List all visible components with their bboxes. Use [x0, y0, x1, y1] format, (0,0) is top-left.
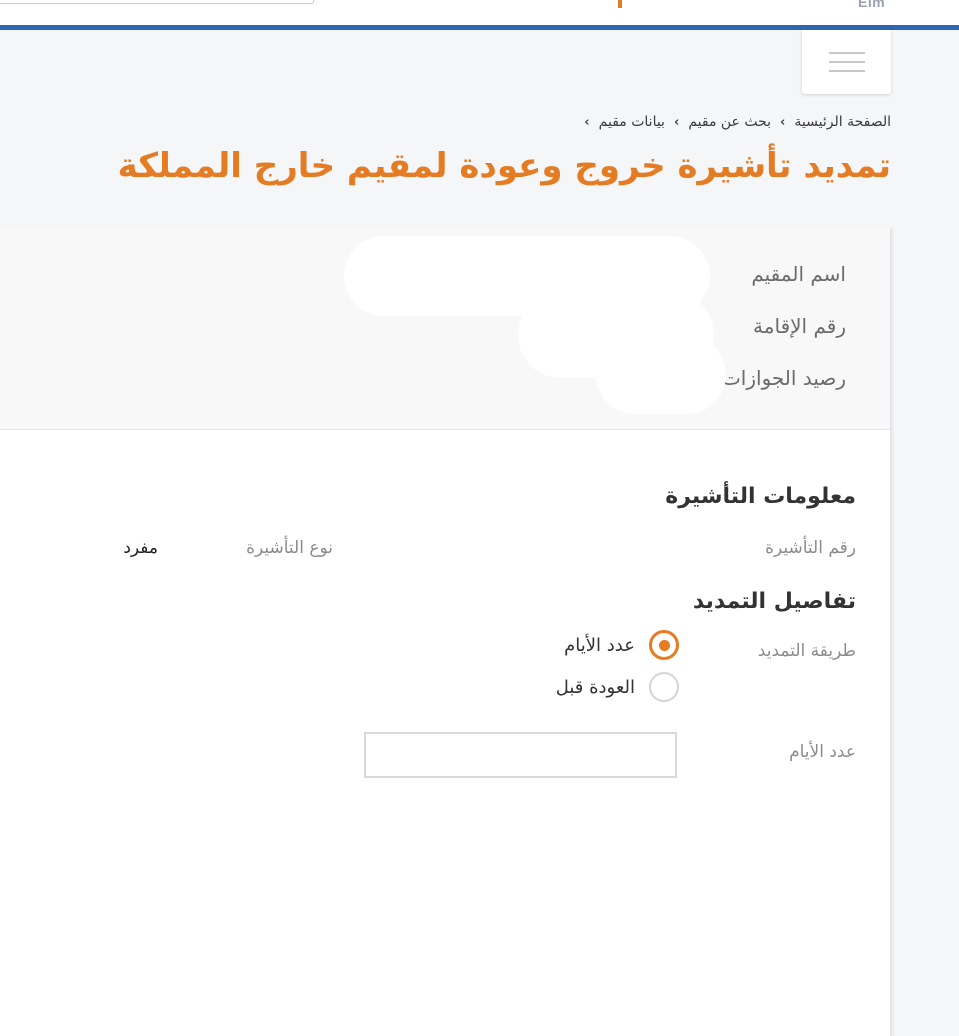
resident-info-panel: اسم المقيم رقم الإقامة رصيد الجوازات	[0, 226, 890, 430]
radio-unchecked-icon[interactable]	[649, 672, 679, 702]
breadcrumb: الصفحة الرئيسية › بحث عن مقيم › بيانات م…	[575, 114, 891, 130]
page-gutter	[890, 30, 959, 1036]
elm-logo: Elm	[858, 0, 886, 10]
breadcrumb-search-resident[interactable]: بحث عن مقيم	[688, 114, 771, 130]
extension-details-title: تفاصيل التمديد	[692, 589, 856, 614]
page-title: تمديد تأشيرة خروج وعودة لمقيم خارج الممل…	[117, 146, 891, 186]
days-count-label: عدد الأيام	[789, 742, 856, 762]
visa-type-label: نوع التأشيرة	[246, 538, 333, 558]
radio-option-days[interactable]: عدد الأيام	[564, 630, 679, 660]
visa-info-title: معلومات التأشيرة	[665, 484, 856, 509]
top-header: Elm	[0, 0, 959, 30]
days-count-input[interactable]	[364, 732, 677, 778]
visa-number-label: رقم التأشيرة	[765, 538, 856, 558]
menu-line	[828, 70, 865, 72]
redaction-mark	[596, 336, 726, 414]
extension-method-label: طريقة التمديد	[757, 641, 856, 661]
iqama-number-label: رقم الإقامة	[753, 314, 846, 338]
menu-line	[828, 52, 865, 54]
breadcrumb-home[interactable]: الصفحة الرئيسية	[794, 114, 891, 130]
radio-checked-icon[interactable]	[649, 630, 679, 660]
chevron-left-icon: ›	[780, 114, 786, 130]
main-card: اسم المقيم رقم الإقامة رصيد الجوازات معل…	[0, 226, 890, 1036]
chevron-left-icon: ›	[584, 114, 590, 130]
hamburger-menu-button[interactable]	[802, 30, 891, 94]
passports-balance-label: رصيد الجوازات	[721, 366, 846, 390]
brand-mark	[618, 0, 622, 8]
menu-line	[828, 61, 865, 63]
radio-option-label: العودة قبل	[555, 676, 635, 698]
search-box[interactable]	[0, 0, 314, 4]
breadcrumb-resident-data[interactable]: بيانات مقيم	[599, 114, 665, 130]
radio-option-return-before[interactable]: العودة قبل	[556, 672, 679, 702]
chevron-left-icon: ›	[673, 114, 680, 130]
resident-name-label: اسم المقيم	[751, 262, 846, 286]
visa-type-value: مفرد	[123, 538, 158, 558]
radio-option-label: عدد الأيام	[564, 634, 635, 656]
